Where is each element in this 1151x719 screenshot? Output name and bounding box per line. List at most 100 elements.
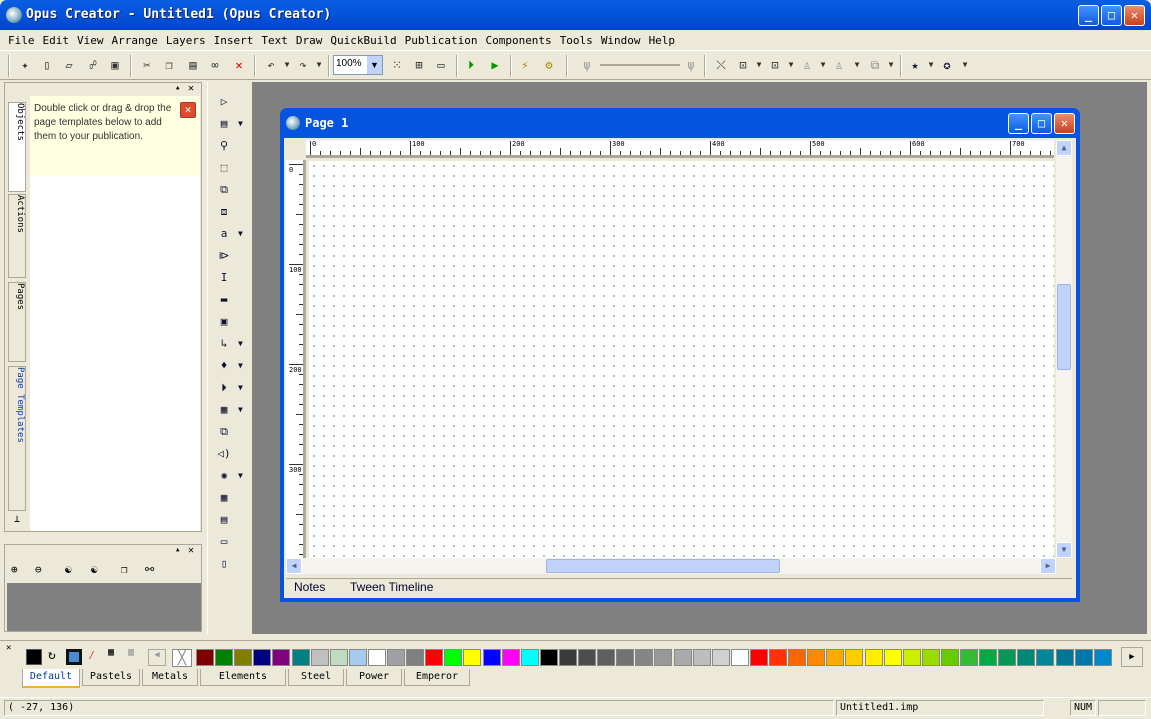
person-icon[interactable]: ♙ [830, 56, 848, 74]
color-swatch[interactable] [921, 649, 940, 666]
tab-objects[interactable]: Objects [8, 102, 26, 192]
color-swatch[interactable] [597, 649, 616, 666]
color-swatch[interactable] [730, 649, 749, 666]
new-icon[interactable]: ✦ [16, 56, 34, 74]
color-swatch[interactable] [807, 649, 826, 666]
color-swatch[interactable] [196, 649, 214, 666]
menu-edit[interactable]: Edit [39, 34, 74, 47]
color-swatch[interactable] [788, 649, 807, 666]
color-swatch[interactable] [329, 649, 348, 666]
palette-tab-steel[interactable]: Steel [288, 669, 344, 686]
color-swatch[interactable] [520, 649, 539, 666]
copy-icon[interactable]: ❐ [160, 56, 178, 74]
link-icon[interactable]: ⤬ [712, 56, 730, 74]
add-page-icon[interactable]: ⊕ [11, 563, 18, 576]
layers-icon[interactable]: ⧉ [216, 424, 232, 440]
color-swatch[interactable] [234, 649, 253, 666]
palette-tab-emperor[interactable]: Emperor [404, 669, 470, 686]
sound-icon[interactable]: ◁) [216, 446, 232, 462]
color-swatch[interactable] [558, 649, 577, 666]
color-swatch[interactable] [539, 649, 558, 666]
color-swatch[interactable] [749, 649, 768, 666]
color-swatch[interactable] [578, 649, 596, 666]
color-swatch[interactable] [1093, 649, 1112, 666]
delete-icon[interactable]: ✕ [230, 56, 248, 74]
frame-icon[interactable]: ⧈ [216, 204, 232, 220]
eyedropper-icon[interactable]: ⁄ [88, 648, 95, 663]
color-swatch[interactable] [864, 649, 883, 666]
tab-notes[interactable]: Notes [294, 580, 325, 594]
tab-actions[interactable]: Actions [8, 194, 26, 278]
effects-icon[interactable]: ✺ ▼ [216, 468, 243, 484]
zoom-icon[interactable]: ⚲ [216, 138, 232, 154]
palette-tab-metals[interactable]: Metals [142, 669, 198, 686]
panel-close-icon[interactable]: ✕ [188, 545, 194, 556]
color-swatch[interactable] [845, 649, 864, 666]
color-swatch[interactable] [310, 649, 329, 666]
menu-insert[interactable]: Insert [210, 34, 258, 47]
chevron-down-icon[interactable]: ▼ [238, 336, 243, 352]
field-icon[interactable]: ▭ [216, 534, 232, 550]
chevron-down-icon[interactable]: ▼ [238, 116, 243, 132]
palette-left-icon[interactable]: ◀ [148, 649, 166, 666]
color-swatch[interactable] [940, 649, 959, 666]
media-icon[interactable]: ⧐ [216, 248, 232, 264]
page-close-button[interactable]: ✕ [1054, 113, 1075, 134]
image-icon[interactable]: ▣ [216, 314, 232, 330]
horizontal-scrollbar[interactable]: ◀ ▶ [286, 558, 1056, 574]
color-swatch[interactable] [769, 649, 787, 666]
color-swatch[interactable] [673, 649, 692, 666]
color-swatch[interactable] [1074, 649, 1093, 666]
select-arrow-icon[interactable]: ▷ [216, 94, 232, 110]
swap-colors-icon[interactable]: ↻ [48, 648, 56, 663]
remove-page-icon[interactable]: ⊖ [35, 563, 42, 576]
color-swatch[interactable] [272, 649, 291, 666]
remove-color-icon[interactable]: ▥ [128, 647, 134, 658]
preview-page-icon[interactable]: ▶ [486, 56, 504, 74]
scroll-down-icon[interactable]: ▼ [1056, 542, 1072, 558]
color-swatch[interactable] [883, 649, 902, 666]
form-icon[interactable]: ▤ [216, 512, 232, 528]
ruler-icon[interactable]: ⊞ [410, 56, 428, 74]
save-icon[interactable]: ▣ [106, 56, 124, 74]
fill-color-swatch[interactable] [26, 649, 42, 665]
scroll-right-icon[interactable]: ▶ [1040, 558, 1056, 574]
chevron-down-icon[interactable]: ▼ [238, 380, 243, 396]
color-swatch[interactable] [501, 649, 520, 666]
paste-icon[interactable]: ▤ [184, 56, 202, 74]
hierarchy-icon[interactable]: ⊥ [8, 514, 26, 530]
chevron-down-icon[interactable]: ▼ [882, 56, 900, 74]
menu-arrange[interactable]: Arrange [108, 34, 162, 47]
star-frame-icon[interactable]: ✪ [938, 56, 956, 74]
menu-quickbuild[interactable]: QuickBuild [326, 34, 400, 47]
vertical-scrollbar[interactable]: ▲ ▼ [1056, 140, 1072, 558]
color-swatch[interactable] [711, 649, 730, 666]
tab-pages[interactable]: Pages [8, 282, 26, 362]
close-button[interactable]: ✕ [1124, 5, 1145, 26]
page-object-icon[interactable]: ▤ ▼ [216, 116, 243, 132]
panel-close-icon[interactable]: ✕ [188, 83, 194, 94]
menu-file[interactable]: File [4, 34, 39, 47]
color-swatch[interactable] [960, 649, 978, 666]
opacity-slider[interactable] [600, 64, 680, 66]
chevron-down-icon[interactable]: ▼ [238, 402, 243, 418]
color-swatch[interactable] [425, 649, 444, 666]
palette-right-icon[interactable]: ▶ [1121, 647, 1143, 667]
page-link-icon[interactable]: ⚯ [145, 563, 154, 576]
color-swatch[interactable] [463, 649, 482, 666]
page-minimize-button[interactable]: _ [1008, 113, 1029, 134]
palette-tab-elements[interactable]: Elements [200, 669, 286, 686]
panel-pin-icon[interactable]: ▴ [175, 545, 180, 555]
page-properties-icon[interactable]: ☯ [91, 563, 98, 576]
tab-tween-timeline[interactable]: Tween Timeline [350, 580, 433, 594]
chevron-down-icon[interactable]: ▼ [848, 56, 866, 74]
color-swatch[interactable] [406, 649, 425, 666]
preview-publication-icon[interactable]: ⏵ [462, 56, 480, 74]
video-icon[interactable]: ▦ ▼ [216, 402, 243, 418]
connector-icon[interactable]: ↳ ▼ [216, 336, 243, 352]
color-swatch[interactable] [291, 649, 310, 666]
page-icon[interactable]: ▱ [60, 56, 78, 74]
color-swatch[interactable] [482, 649, 501, 666]
text-icon[interactable]: a ▼ [216, 226, 243, 242]
text-input-icon[interactable]: I [216, 270, 232, 286]
